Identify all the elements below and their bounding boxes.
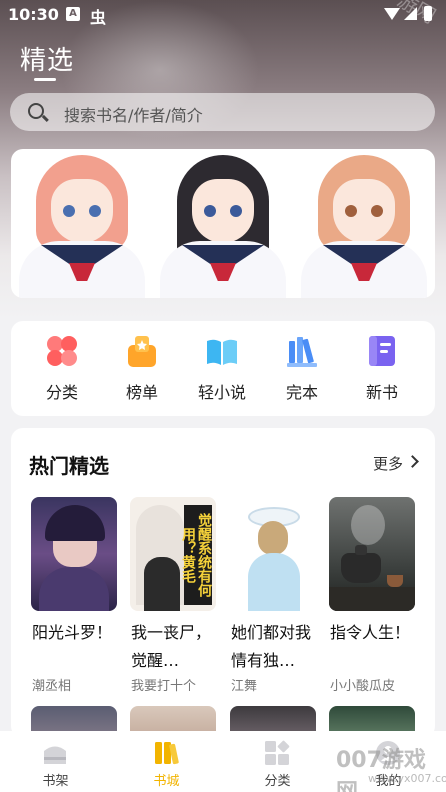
quick-item-label: 新书 (365, 383, 398, 402)
book-author: 江舞 (231, 679, 258, 694)
section-title: 热门精选 (29, 454, 109, 478)
title-underline (34, 78, 56, 81)
book-card[interactable]: 阳光斗罗！ 潮丞相 (31, 497, 117, 694)
hot-picks-section: 热门精选 更多 阳光斗罗！ 潮丞相 觉醒系统有何用？黄毛 我一丧尸，觉醒… 我要… (11, 428, 435, 738)
quick-item-label: 榜单 (125, 383, 158, 402)
banner-character-2 (152, 149, 293, 298)
trophy-icon (128, 336, 156, 367)
book-card[interactable]: 指令人生！ 小小酸瓜皮 (329, 497, 415, 694)
banner-character-3 (293, 149, 434, 298)
bookshelf-icon (44, 746, 66, 764)
banner-carousel[interactable] (11, 149, 435, 298)
page-title[interactable]: 精选 (20, 40, 74, 77)
bookstore-icon (155, 742, 179, 765)
search-icon (28, 103, 44, 119)
book-card[interactable]: 她们都对我情有独… 江舞 (230, 497, 316, 694)
book-author: 潮丞相 (32, 679, 72, 694)
book-title: 指令人生！ (330, 623, 411, 642)
quick-item-label: 分类 (45, 383, 78, 402)
tab-bookshelf[interactable]: 书架 (0, 731, 111, 792)
quick-item-category[interactable]: 分类 (22, 321, 102, 416)
book-cover[interactable] (230, 497, 316, 611)
book-title: 阳光斗罗！ (32, 623, 113, 642)
new-book-icon (369, 336, 395, 366)
search-placeholder: 搜索书名/作者/简介 (64, 106, 203, 125)
tab-category[interactable]: 分类 (222, 731, 333, 792)
book-title: 我一丧尸，觉醒… (131, 623, 212, 670)
quick-item-label: 轻小说 (197, 383, 246, 402)
watermark-url: www.yx007.com (368, 772, 446, 785)
book-author: 我要打十个 (131, 679, 197, 694)
open-book-icon (207, 339, 237, 365)
tab-label: 书城 (153, 774, 180, 789)
quick-menu: 分类 榜单 轻小说 完本 新书 (11, 321, 435, 416)
quick-item-ranking[interactable]: 榜单 (102, 321, 182, 416)
book-author: 小小酸瓜皮 (330, 679, 396, 694)
quick-item-light-novel[interactable]: 轻小说 (182, 321, 262, 416)
tab-label: 书架 (42, 774, 69, 789)
quick-item-label: 完本 (285, 383, 318, 402)
quick-item-completed[interactable]: 完本 (262, 321, 342, 416)
category-grid-icon (265, 740, 290, 765)
banner-character-1 (11, 149, 152, 298)
book-cover[interactable] (31, 497, 117, 611)
search-bar[interactable]: 搜索书名/作者/简介 (10, 93, 435, 131)
book-cover[interactable] (329, 497, 415, 611)
quick-item-new-books[interactable]: 新书 (342, 321, 422, 416)
cover-title-text: 觉醒系统有何用？黄毛 (180, 505, 212, 605)
book-cover[interactable]: 觉醒系统有何用？黄毛 (130, 497, 216, 611)
tab-bookstore[interactable]: 书城 (111, 731, 222, 792)
status-time: 10:30 (8, 5, 59, 24)
books-shelf-icon (287, 337, 317, 367)
more-link[interactable]: 更多 (373, 453, 403, 474)
clover-grid-icon (47, 336, 77, 366)
tab-label: 分类 (264, 774, 291, 789)
book-card[interactable]: 觉醒系统有何用？黄毛 我一丧尸，觉醒… 我要打十个 (130, 497, 216, 694)
book-title: 她们都对我情有独… (231, 623, 312, 670)
notification-a-icon: A (66, 7, 80, 21)
notification-app-icon: 虫 (90, 8, 107, 27)
chevron-right-icon[interactable] (406, 455, 419, 468)
status-bar: 10:30 A 虫 (0, 0, 446, 30)
